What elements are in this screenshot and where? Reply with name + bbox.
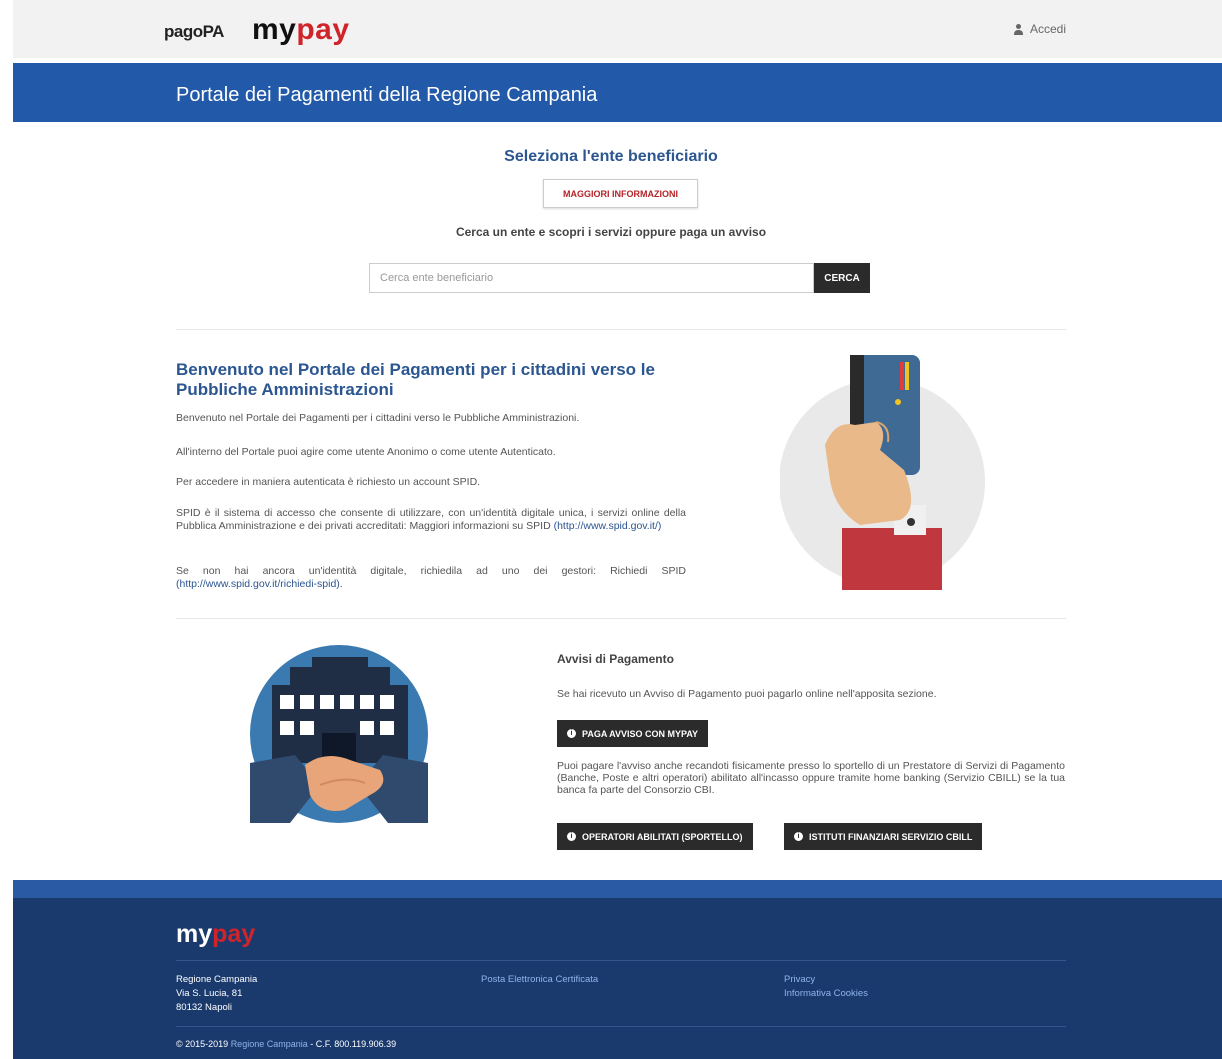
pay-notice-label: PAGA AVVISO CON MYPAY: [582, 728, 699, 739]
info-icon: i: [567, 729, 576, 738]
copyright-pre: © 2015-2019: [176, 1039, 229, 1049]
title-banner: Portale dei Pagamenti della Regione Camp…: [13, 63, 1222, 122]
privacy-link[interactable]: Privacy: [784, 973, 868, 987]
search-button[interactable]: CERCA: [814, 263, 870, 293]
search-input[interactable]: [369, 263, 814, 293]
select-entity-title: Seleziona l'ente beneficiario: [504, 148, 718, 165]
login-link[interactable]: Accedi: [1013, 22, 1066, 36]
mypay-logo-my: my: [252, 13, 297, 46]
authorized-operators-label: OPERATORI ABILITATI (SPORTELLO): [582, 831, 743, 842]
footer-logo-my: my: [176, 920, 213, 948]
footer-stripe: [13, 880, 1222, 898]
spid-link[interactable]: (http://www.spid.gov.it/): [554, 520, 662, 532]
footer-divider: [176, 1026, 1066, 1027]
copyright: © 2015-2019 Regione Campania - C.F. 800.…: [176, 1039, 396, 1049]
login-label: Accedi: [1029, 22, 1066, 36]
payment-card-illustration: [780, 355, 985, 590]
welcome-paragraph: Per accedere in maniera autenticata è ri…: [176, 476, 481, 488]
spid-request-link[interactable]: (http://www.spid.gov.it/richiedi-spid): [176, 578, 340, 590]
spid-request-end: .: [339, 578, 343, 590]
cbill-institutes-button[interactable]: i ISTITUTI FINANZIARI SERVIZIO CBILL: [784, 823, 983, 850]
footer-divider: [176, 960, 1066, 961]
info-icon: i: [567, 832, 576, 841]
footer-logo-pay: pay: [212, 920, 256, 948]
more-info-button[interactable]: MAGGIORI INFORMAZIONI: [543, 179, 698, 208]
pay-notice-button[interactable]: i PAGA AVVISO CON MYPAY: [557, 720, 709, 747]
search-subtitle: Cerca un ente e scopri i servizi oppure …: [455, 225, 767, 239]
authorized-operators-button[interactable]: i OPERATORI ABILITATI (SPORTELLO): [557, 823, 753, 850]
divider: [176, 618, 1066, 619]
building-handshake-illustration: [250, 645, 428, 823]
copyright-link[interactable]: Regione Campania: [231, 1039, 308, 1049]
payment-notices-title: Avvisi di Pagamento: [557, 652, 674, 666]
pagopa-logo[interactable]: pagoPA: [164, 22, 224, 42]
address-line: Via S. Lucia, 81: [176, 988, 243, 999]
payment-notices-text: Se hai ricevuto un Avviso di Pagamento p…: [557, 688, 937, 700]
welcome-title: Benvenuto nel Portale dei Pagamenti per …: [176, 360, 655, 399]
footer-address: Regione Campania Via S. Lucia, 81 80132 …: [176, 973, 257, 1015]
user-icon: [1013, 23, 1024, 35]
footer: mypay Regione Campania Via S. Lucia, 81 …: [13, 898, 1222, 1059]
cookies-link[interactable]: Informativa Cookies: [784, 987, 868, 1001]
divider: [176, 329, 1066, 330]
copyright-post: - C.F. 800.119.906.39: [310, 1039, 397, 1049]
cbill-institutes-label: ISTITUTI FINANZIARI SERVIZIO CBILL: [809, 831, 973, 842]
footer-mypay-logo: mypay: [176, 920, 255, 949]
address-line: Regione Campania: [176, 974, 258, 985]
mypay-logo-pay: pay: [296, 13, 350, 46]
footer-legal-column: Privacy Informativa Cookies: [784, 973, 868, 1001]
welcome-paragraph: All'interno del Portale puoi agire come …: [176, 446, 556, 458]
pec-link[interactable]: Posta Elettronica Certificata: [481, 973, 598, 987]
payment-alternatives-text: Puoi pagare l'avviso anche recandoti fis…: [557, 760, 1065, 796]
footer-pec-column: Posta Elettronica Certificata: [481, 973, 598, 987]
welcome-paragraph: Benvenuto nel Portale dei Pagamenti per …: [176, 412, 580, 424]
spid-paragraph: SPID è il sistema di accesso che consent…: [176, 507, 686, 533]
spid-request-text: Se non hai ancora un'identità digitale, …: [176, 565, 686, 577]
spid-request-paragraph: Se non hai ancora un'identità digitale, …: [176, 565, 686, 591]
address-line: 80132 Napoli: [176, 1002, 232, 1013]
mypay-logo[interactable]: mypay: [252, 13, 350, 47]
portal-title: Portale dei Pagamenti della Regione Camp…: [176, 84, 598, 106]
info-icon: i: [794, 832, 803, 841]
